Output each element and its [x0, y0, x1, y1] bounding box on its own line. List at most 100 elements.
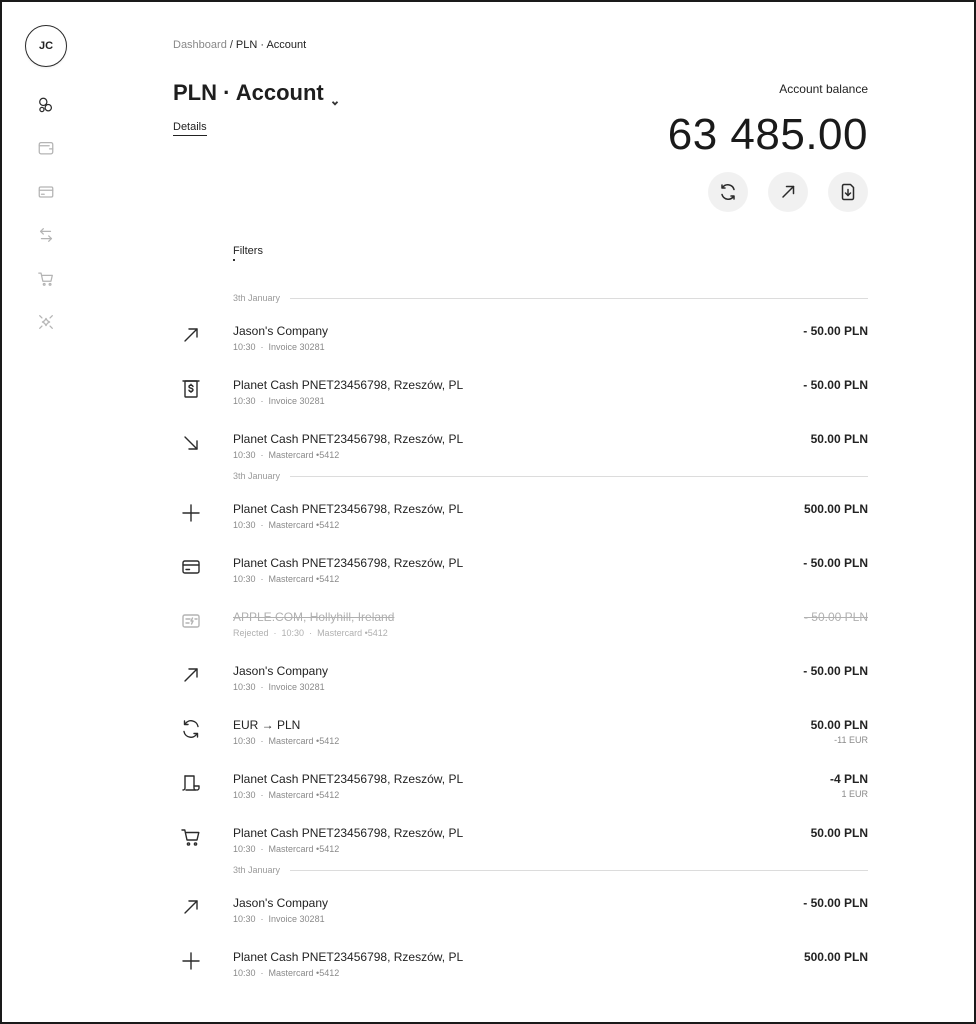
account-selector[interactable]: PLN · Account [173, 80, 340, 106]
breadcrumb-separator: / [229, 39, 233, 51]
transaction-meta: 10:30 · Invoice 30281 [233, 682, 325, 692]
exchange-icon [721, 184, 735, 200]
balance-value: 63 485.00 [667, 110, 868, 159]
meta-separator: · [260, 914, 264, 924]
filters-button[interactable]: Filters [233, 245, 263, 257]
receipt-icon [180, 772, 204, 796]
cash-icon [180, 378, 204, 402]
transaction-meta-item: 10:30 [233, 342, 256, 352]
sidebar-nav [25, 83, 67, 344]
transaction-row[interactable]: EUR → PLN 10:30 · Mastercard •5412 50.00 PLN… [173, 700, 868, 754]
transaction-meta-item: Mastercard •5412 [317, 628, 388, 638]
transaction-name: Planet Cash PNET23456798, Rzeszów, PL [233, 378, 464, 392]
transaction-row[interactable]: Jason's Company 10:30 · Invoice 30281 - 50.0… [173, 646, 868, 700]
sidebar-item-wallet[interactable] [25, 127, 67, 171]
transaction-amount: 50.00 PLN [810, 432, 868, 446]
transaction-meta-item: 10:30 [233, 574, 256, 584]
transaction-row[interactable]: Planet Cash PNET23456798, Rzeszów, PL 10:… [173, 932, 868, 986]
transaction-name: Jason's Company [233, 896, 329, 910]
transaction-meta: 10:30 · Invoice 30281 [233, 396, 325, 406]
incoming-arrow-icon [180, 432, 204, 456]
cart-icon [38, 272, 53, 286]
transaction-meta-item: Invoice 30281 [268, 914, 325, 924]
transaction-name: Planet Cash PNET23456798, Rzeszów, PL [233, 432, 464, 446]
transaction-meta-item: 10:30 [233, 520, 256, 530]
divider [290, 475, 868, 477]
sidebar-item-rewards[interactable] [25, 301, 67, 345]
breadcrumb-current: PLN · Account [235, 39, 307, 51]
transaction-meta-item: Mastercard •5412 [268, 520, 340, 530]
transaction-name: Planet Cash PNET23456798, Rzeszów, PL [233, 950, 464, 964]
meta-separator: · [260, 574, 264, 584]
transaction-name: APPLE.COM, Hollyhill, Ireland [233, 610, 395, 624]
sidebar-item-shop[interactable] [25, 257, 67, 301]
transaction-row[interactable]: Planet Cash PNET23456798, Rzeszów, PL 10:… [173, 484, 868, 538]
sidebar-item-transfers[interactable] [25, 214, 67, 258]
avatar[interactable]: JC [25, 25, 67, 67]
breadcrumb: Dashboard / PLN · Account [173, 39, 306, 51]
transaction-original-amount: 1 EUR [841, 789, 868, 799]
transaction-meta: Rejected · 10:30 · Mastercard •5412 [233, 628, 388, 638]
exchange-icon [180, 718, 204, 742]
transaction-meta-item: Mastercard •5412 [268, 844, 340, 854]
transaction-amount: - 50.00 PLN [803, 556, 868, 570]
transaction-meta-item: Mastercard •5412 [268, 968, 340, 978]
date-label: 3th January [233, 865, 281, 875]
exchange-button[interactable] [708, 172, 748, 212]
meta-separator: · [273, 628, 277, 638]
transaction-meta-item: 10:30 [233, 790, 256, 800]
sparkle-icon [39, 315, 53, 330]
transaction-original-amount: -11 EUR [834, 735, 868, 745]
transaction-meta-item: 10:30 [233, 914, 256, 924]
date-label: 3th January [233, 471, 281, 481]
send-button[interactable] [768, 172, 808, 212]
breadcrumb-root[interactable]: Dashboard [173, 39, 227, 51]
cart-icon [180, 826, 204, 850]
transaction-amount: - 50.00 PLN [803, 664, 868, 678]
transaction-meta-item: Rejected [233, 628, 269, 638]
outgoing-arrow-icon [180, 324, 204, 348]
account-actions [708, 172, 868, 212]
transaction-row[interactable]: Planet Cash PNET23456798, Rzeszów, PL 10:… [173, 538, 868, 592]
card-icon [180, 556, 204, 580]
transfer-icon [39, 228, 53, 243]
transaction-row[interactable]: Jason's Company 10:30 · Invoice 30281 - 50.0… [173, 878, 868, 932]
download-statement-button[interactable] [828, 172, 868, 212]
meta-separator: · [260, 790, 264, 800]
transaction-row[interactable]: Planet Cash PNET23456798, Rzeszów, PL 10:… [173, 808, 868, 862]
transaction-meta-item: Mastercard •5412 [268, 450, 340, 460]
transaction-amount: 50.00 PLN [810, 826, 868, 840]
details-link[interactable]: Details [173, 121, 207, 136]
transaction-name: Planet Cash PNET23456798, Rzeszów, PL [233, 772, 464, 786]
transaction-meta-item: Mastercard •5412 [268, 574, 340, 584]
transaction-meta-item: 10:30 [233, 736, 256, 746]
transaction-row[interactable]: Planet Cash PNET23456798, Rzeszów, PL 10:… [173, 414, 868, 468]
sidebar-item-cards[interactable] [25, 170, 67, 214]
transaction-meta-item: Invoice 30281 [268, 396, 325, 406]
transaction-row[interactable]: APPLE.COM, Hollyhill, Ireland Rejected · 10… [173, 592, 868, 646]
page-title: PLN · Account [173, 80, 324, 105]
transaction-amount: - 50.00 PLN [803, 378, 868, 392]
transaction-meta-item: 10:30 [281, 628, 305, 638]
transaction-meta: 10:30 · Mastercard •5412 [233, 790, 339, 800]
transaction-amount: - 50.00 PLN [803, 324, 868, 338]
transaction-name: EUR → PLN [233, 718, 301, 732]
balance-label: Account balance [779, 82, 868, 96]
transaction-row[interactable]: Planet Cash PNET23456798, Rzeszów, PL 10:… [173, 360, 868, 414]
plus-icon [180, 502, 204, 526]
download-icon [841, 183, 855, 201]
meta-separator: · [309, 628, 313, 638]
meta-separator: · [260, 450, 264, 460]
transaction-meta-item: Mastercard •5412 [268, 736, 340, 746]
transaction-meta-item: Invoice 30281 [268, 342, 325, 352]
outgoing-arrow-icon [180, 896, 204, 920]
transaction-amount: 500.00 PLN [803, 950, 868, 964]
transaction-meta-item: Mastercard •5412 [268, 790, 340, 800]
transaction-row[interactable]: Planet Cash PNET23456798, Rzeszów, PL 10:… [173, 754, 868, 808]
sidebar-item-accounts[interactable] [25, 83, 67, 127]
sidebar: JC [25, 25, 67, 344]
divider [290, 869, 868, 871]
meta-separator: · [260, 342, 264, 352]
transaction-row[interactable]: Jason's Company 10:30 · Invoice 30281 - 50.0… [173, 306, 868, 360]
date-separator: 3th January [233, 290, 868, 306]
